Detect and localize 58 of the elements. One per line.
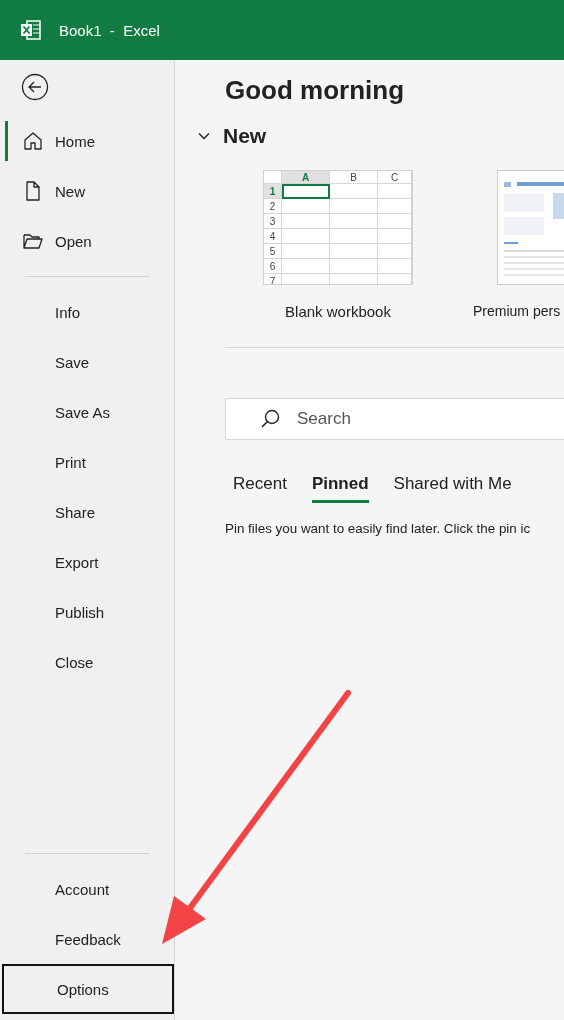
column-header: C: [378, 171, 412, 184]
sidebar-item[interactable]: New: [0, 166, 97, 216]
sidebar-item[interactable]: Export: [0, 537, 111, 587]
sidebar-item[interactable]: Open: [0, 216, 104, 266]
search-icon: [259, 408, 281, 430]
grid-cell: [378, 244, 412, 259]
tab[interactable]: Pinned: [311, 470, 369, 503]
sidebar-item[interactable]: Save: [0, 337, 102, 387]
sidebar-item[interactable]: Save As: [0, 387, 123, 437]
grid-cell: [378, 184, 412, 199]
search-field[interactable]: Search: [225, 398, 564, 440]
template-label: Premium pers: [473, 303, 561, 319]
grid-cell: [282, 184, 330, 199]
template-label: Blank workbook: [285, 303, 391, 320]
back-button[interactable]: [20, 72, 50, 102]
home-icon: [22, 130, 44, 152]
grid-cell: [378, 229, 412, 244]
column-header: B: [330, 171, 378, 184]
row-header: 5: [264, 244, 282, 259]
sidebar-item[interactable]: Publish: [0, 587, 117, 637]
excel-logo-icon: [20, 19, 42, 41]
sidebar-item[interactable]: Account: [0, 864, 122, 914]
grid-cell: [282, 199, 330, 214]
row-header: 4: [264, 229, 282, 244]
grid-cell: [330, 214, 378, 229]
grid-cell: [330, 244, 378, 259]
greeting-heading: Good morning: [225, 74, 406, 106]
row-header: 2: [264, 199, 282, 214]
sidebar-item[interactable]: Info: [0, 287, 93, 337]
grid-cell: [378, 214, 412, 229]
row-header: 6: [264, 259, 282, 274]
sidebar-item[interactable]: Share: [0, 487, 108, 537]
column-header: A: [282, 171, 330, 184]
tab[interactable]: Shared with Me: [393, 470, 512, 503]
sidebar-item[interactable]: Home: [0, 116, 107, 166]
window-title: Book1 - Excel: [59, 21, 160, 39]
sidebar-item[interactable]: Close: [0, 637, 106, 687]
grid-cell: [282, 214, 330, 229]
select-all-corner: [264, 171, 282, 184]
row-header: 1: [264, 184, 282, 199]
search-input[interactable]: Search: [295, 408, 495, 430]
blank-workbook-thumbnail[interactable]: A B C 1 2 3 4 5 6 7: [263, 170, 413, 285]
grid-cell: [282, 259, 330, 274]
grid-cell: [378, 259, 412, 274]
row-header: 3: [264, 214, 282, 229]
grid-cell: [282, 244, 330, 259]
grid-cell: [330, 229, 378, 244]
grid-cell: [282, 229, 330, 244]
grid-cell: [330, 199, 378, 214]
empty-message: Pin files you want to easily find later. Click the pin ic: [225, 521, 532, 536]
sidebar-item[interactable]: Options: [2, 964, 174, 1014]
section-header[interactable]: New: [197, 120, 267, 152]
grid-cell: [330, 184, 378, 199]
tab[interactable]: Recent: [233, 470, 287, 503]
sidebar-item[interactable]: Feedback: [0, 914, 133, 964]
sidebar-item[interactable]: Print: [0, 437, 98, 487]
grid-cell: [330, 259, 378, 274]
grid-cell: [378, 199, 412, 214]
